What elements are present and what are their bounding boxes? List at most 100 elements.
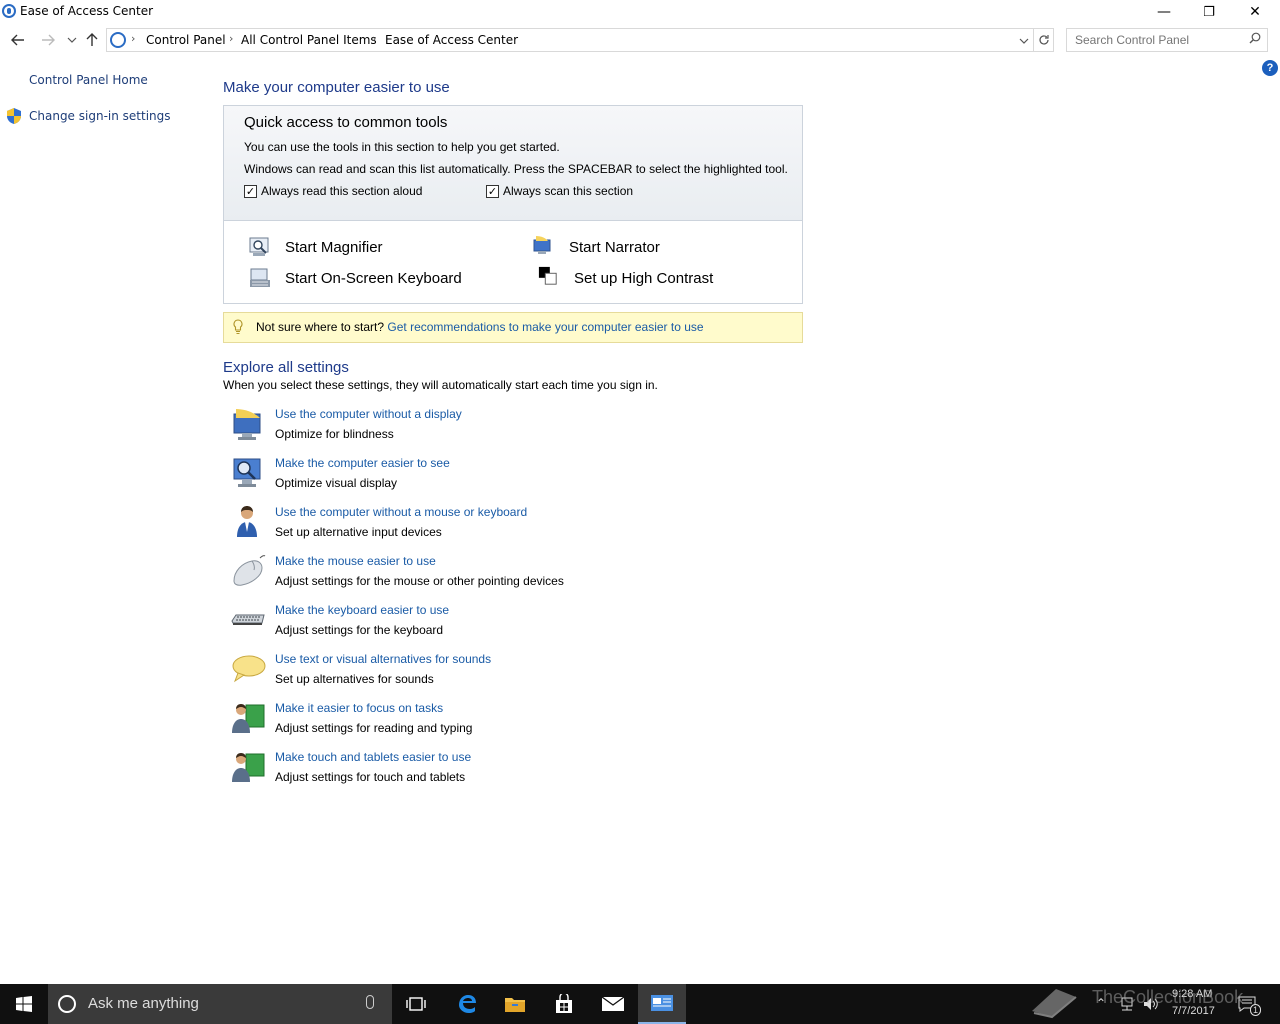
forward-button[interactable] [38,30,58,50]
search-box[interactable] [1066,28,1268,52]
breadcrumb-control-panel[interactable]: Control Panel [146,33,226,47]
start-magnifier-link[interactable]: Start Magnifier [285,239,383,256]
store-icon [556,994,572,1013]
quick-access-panel: Quick access to common tools You can use… [223,105,803,304]
help-button[interactable]: ? [1262,60,1278,76]
setting-description: Optimize for blindness [275,427,394,441]
up-button[interactable] [82,30,102,50]
minimize-button[interactable]: — [1141,0,1187,24]
cortana-icon [58,995,76,1013]
breadcrumb-ease-of-access[interactable]: Ease of Access Center [385,33,518,47]
setting-row: Make the computer easier to see Optimize… [230,456,830,500]
quick-access-heading: Quick access to common tools [244,114,448,131]
taskbar: Ask me anything ⌃ 9:28 AM 7/7/2017 1 The… [0,984,1280,1024]
recent-locations-button[interactable] [62,30,82,50]
speech-bubble-icon [232,655,266,683]
narrator-icon [533,236,551,254]
store-taskbar-button[interactable] [540,984,588,1024]
tip-prefix: Not sure where to start? [256,320,385,334]
quick-access-line2: Windows can read and scan this list auto… [244,162,788,176]
setting-link[interactable]: Use the computer without a display [275,407,462,421]
breadcrumb-all-items[interactable]: All Control Panel Items [241,33,377,47]
magnifier-icon [249,237,269,256]
scan-checkbox[interactable]: ✓ [486,185,499,198]
get-recommendations-link[interactable]: Get recommendations to make your compute… [387,320,703,334]
close-button[interactable]: ✕ [1232,0,1278,24]
start-narrator-link[interactable]: Start Narrator [569,239,660,256]
users-icon [232,704,265,733]
window-title: Ease of Access Center [20,4,154,18]
lightbulb-icon [233,319,243,335]
set-up-high-contrast-link[interactable]: Set up High Contrast [574,270,713,287]
search-input[interactable] [1067,29,1245,51]
cortana-search-input[interactable]: Ask me anything [88,995,199,1012]
edge-taskbar-button[interactable] [443,984,491,1024]
read-aloud-label[interactable]: Always read this section aloud [261,184,422,198]
explore-description: When you select these settings, they wil… [223,378,658,392]
quick-access-header: Quick access to common tools You can use… [224,106,802,221]
control-panel-icon [110,32,126,48]
ease-of-access-icon [2,4,16,18]
start-button[interactable] [0,984,48,1024]
task-view-icon [406,997,426,1011]
breadcrumb-separator[interactable]: › [229,32,233,45]
breadcrumb-separator[interactable]: › [372,32,376,45]
restore-button[interactable]: ❐ [1186,0,1232,24]
address-row: › Control Panel › All Control Panel Item… [0,26,1280,54]
chevron-down-icon [1019,38,1029,44]
back-button[interactable] [8,30,28,50]
keyboard-icon [231,614,265,625]
on-screen-keyboard-icon [250,268,270,287]
folder-icon [505,998,525,1012]
monitor-speaker-icon [233,409,261,440]
setting-link[interactable]: Make the computer easier to see [275,456,450,470]
search-icon[interactable] [1249,32,1261,48]
control-panel-taskbar-button[interactable] [638,984,686,1024]
person-icon [237,506,257,537]
recommendation-tip: Not sure where to start? Get recommendat… [223,312,803,343]
start-on-screen-keyboard-link[interactable]: Start On-Screen Keyboard [285,270,462,287]
setting-description: Set up alternatives for sounds [275,672,434,686]
forward-arrow-icon [42,34,55,46]
setting-description: Adjust settings for touch and tablets [275,770,466,784]
setting-link[interactable]: Make the keyboard easier to use [275,603,449,617]
refresh-button[interactable] [1034,28,1054,52]
monitor-magnifier-icon [233,458,261,487]
uac-shield-icon [7,108,21,124]
read-aloud-checkbox[interactable]: ✓ [244,185,257,198]
setting-row: Make the mouse easier to use Adjust sett… [230,554,830,598]
users-icon [232,753,265,782]
file-explorer-taskbar-button[interactable] [491,984,539,1024]
setting-description: Adjust settings for reading and typing [275,721,473,735]
setting-description: Optimize visual display [275,476,398,490]
scan-label[interactable]: Always scan this section [503,184,633,198]
setting-link[interactable]: Use the computer without a mouse or keyb… [275,505,527,519]
up-arrow-icon [86,33,98,46]
control-panel-window-icon [651,995,673,1011]
title-bar: Ease of Access Center — ❐ ✕ [0,0,1280,24]
mail-taskbar-button[interactable] [589,984,637,1024]
setting-link[interactable]: Make it easier to focus on tasks [275,701,443,715]
book-watermark-icon [1032,989,1077,1019]
explore-heading: Explore all settings [223,359,349,376]
refresh-icon [1038,35,1049,45]
setting-link[interactable]: Use text or visual alternatives for soun… [275,652,491,666]
setting-description: Adjust settings for the keyboard [275,623,444,637]
task-view-button[interactable] [392,984,440,1024]
breadcrumb-separator[interactable]: › [131,32,135,45]
setting-description: Adjust settings for the mouse or other p… [275,574,564,588]
microphone-icon[interactable] [366,995,374,1009]
change-signin-settings-link[interactable]: Change sign-in settings [29,109,171,123]
cortana-search[interactable]: Ask me anything [48,984,392,1024]
setting-row: Make the keyboard easier to use Adjust s… [230,603,830,647]
control-panel-home-link[interactable]: Control Panel Home [29,73,148,87]
windows-logo-icon [16,996,32,1012]
setting-link[interactable]: Make the mouse easier to use [275,554,436,568]
mail-icon [601,996,625,1011]
back-arrow-icon [11,34,24,46]
address-dropdown-button[interactable] [1019,31,1029,47]
setting-row: Use text or visual alternatives for soun… [230,652,830,696]
address-bar[interactable]: › Control Panel › All Control Panel Item… [106,28,1034,52]
watermark: TheCollectionBook [1030,981,1280,1021]
setting-link[interactable]: Make touch and tablets easier to use [275,750,471,764]
